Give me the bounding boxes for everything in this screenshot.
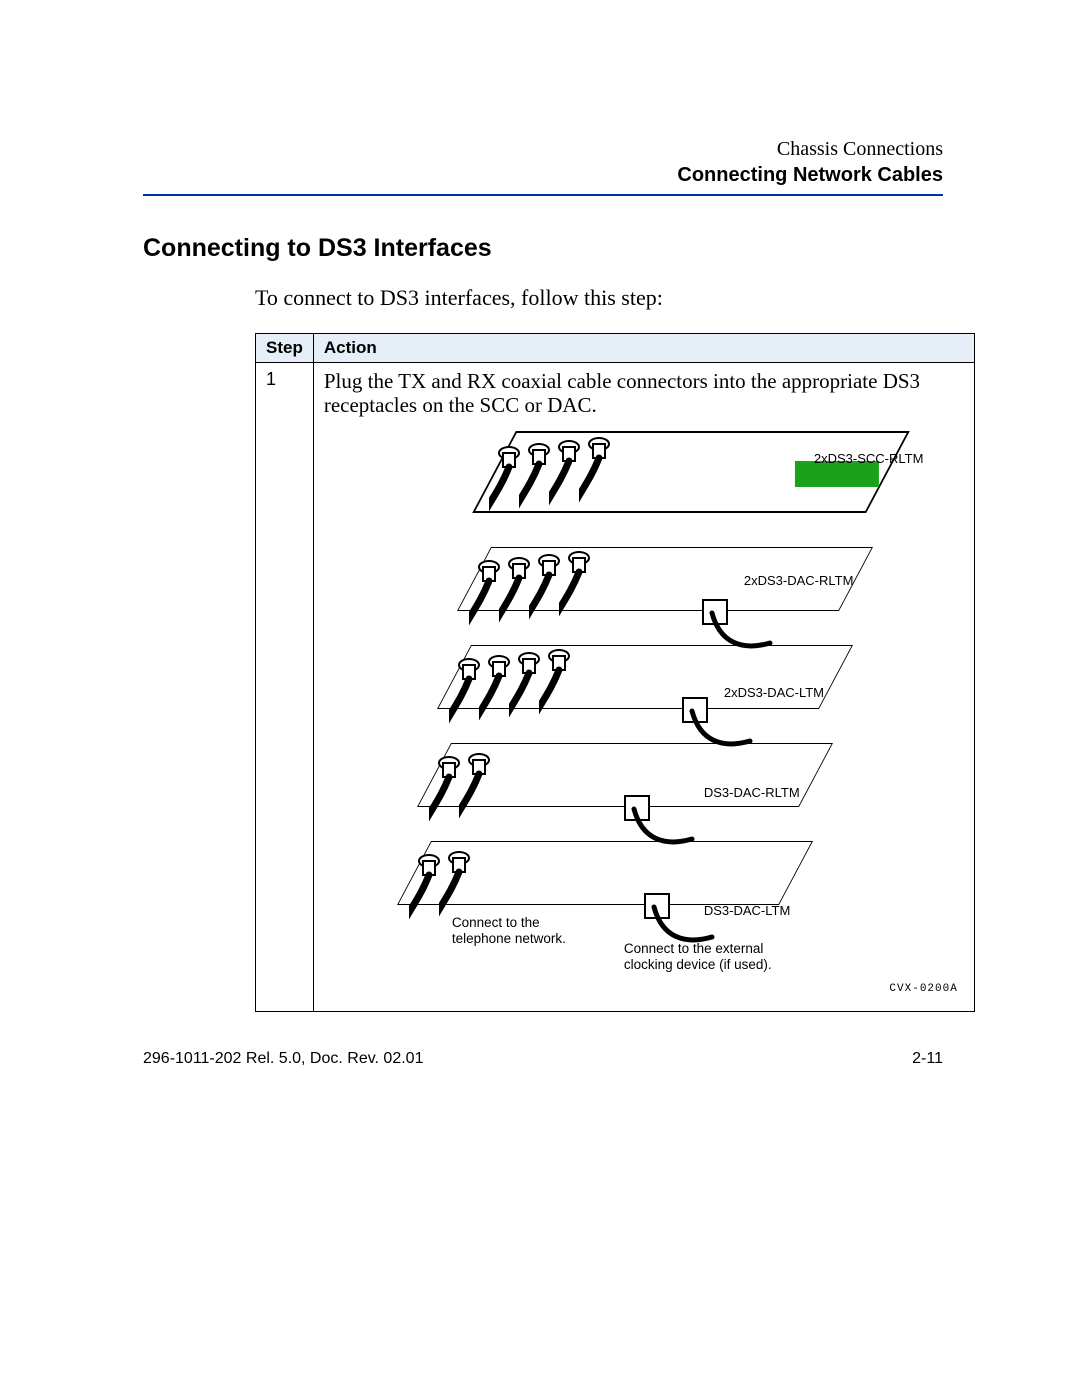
clock-cable-icon bbox=[682, 701, 742, 781]
callout-telephone-network: Connect to the telephone network. bbox=[452, 915, 582, 947]
panel-label: DS3-DAC-LTM bbox=[704, 903, 790, 918]
header-rule bbox=[143, 194, 943, 196]
page-footer: 296-1011-202 Rel. 5.0, Doc. Rev. 02.01 2… bbox=[143, 1050, 943, 1068]
header-section: Connecting Network Cables bbox=[143, 162, 943, 188]
panel-label: 2xDS3-DAC-RLTM bbox=[744, 573, 854, 588]
coax-connector-icon bbox=[559, 548, 603, 608]
coax-connector-icon bbox=[539, 646, 583, 706]
step-number: 1 bbox=[256, 363, 314, 1012]
callout-external-clocking: Connect to the external clocking device … bbox=[624, 941, 784, 973]
diagram-code: CVX-0200A bbox=[889, 983, 957, 995]
procedure-table: Step Action 1 Plug the TX and RX coaxial… bbox=[255, 333, 975, 1012]
coax-connector-icon bbox=[439, 848, 483, 908]
panel-label: 2xDS3-SCC-RLTM bbox=[814, 451, 924, 466]
footer-docinfo: 296-1011-202 Rel. 5.0, Doc. Rev. 02.01 bbox=[143, 1050, 423, 1067]
panel-label: DS3-DAC-RLTM bbox=[704, 785, 800, 800]
action-text: Plug the TX and RX coaxial cable connect… bbox=[324, 369, 964, 417]
panel-label: 2xDS3-DAC-LTM bbox=[724, 685, 824, 700]
clock-cable-icon bbox=[624, 799, 684, 879]
header-chapter: Chassis Connections bbox=[143, 136, 943, 162]
intro-text: To connect to DS3 interfaces, follow thi… bbox=[255, 285, 943, 311]
coax-connector-icon bbox=[579, 434, 623, 494]
ds3-connection-diagram: 2xDS3-SCC-RLTM 2xDS3-DAC-RLTM 2xDS3-DAC-… bbox=[324, 423, 964, 1001]
column-header-step: Step bbox=[256, 334, 314, 363]
footer-page-number: 2-11 bbox=[912, 1050, 943, 1068]
column-header-action: Action bbox=[313, 334, 974, 363]
clock-cable-icon bbox=[702, 603, 762, 683]
table-row: 1 Plug the TX and RX coaxial cable conne… bbox=[256, 363, 975, 1012]
section-title: Connecting to DS3 Interfaces bbox=[143, 234, 943, 263]
coax-connector-icon bbox=[459, 750, 503, 810]
